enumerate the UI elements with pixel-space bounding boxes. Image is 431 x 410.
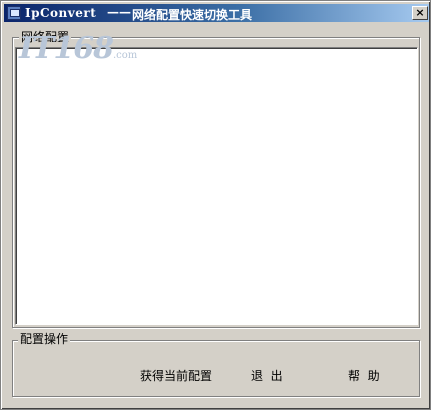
- window-title-cn: 网络配置快速切换工具: [132, 8, 253, 22]
- network-config-group: 网络配置: [12, 30, 420, 328]
- config-operations-label: 配置操作: [18, 332, 71, 346]
- close-button[interactable]: ×: [412, 6, 428, 20]
- watermark-text: IT168: [19, 31, 114, 66]
- watermark-logo: IT168.com: [19, 31, 137, 66]
- title-bar[interactable]: IpConvert —— 网络配置快速切换工具 ×: [4, 4, 429, 22]
- window-title-separator: ——: [107, 5, 131, 19]
- close-icon: ×: [415, 6, 425, 19]
- window-title-en: IpConvert: [25, 6, 97, 20]
- network-config-list[interactable]: [15, 47, 418, 325]
- app-icon: [7, 6, 21, 20]
- config-operations-group: 配置操作 获得当前配置 退 出 帮 助: [12, 332, 420, 397]
- help-button[interactable]: 帮 助: [348, 367, 380, 385]
- watermark-suffix: .com: [112, 50, 138, 61]
- exit-button[interactable]: 退 出: [251, 367, 283, 385]
- app-window: IpConvert —— 网络配置快速切换工具 × 网络配置 IT168.com…: [0, 0, 431, 410]
- get-current-config-button[interactable]: 获得当前配置: [140, 367, 212, 385]
